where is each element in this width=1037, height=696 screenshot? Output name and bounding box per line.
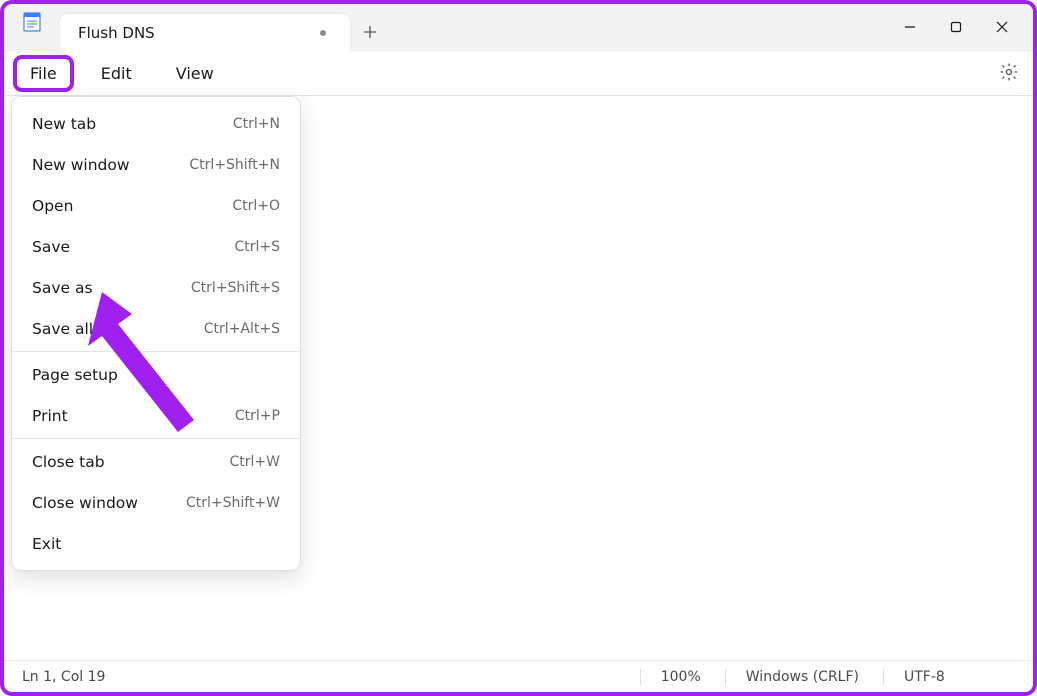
menu-exit[interactable]: Exit	[12, 523, 300, 564]
menu-item-label: Close window	[32, 494, 186, 512]
status-cursor-position: Ln 1, Col 19	[22, 669, 129, 685]
status-encoding[interactable]: UTF-8	[883, 669, 1023, 685]
gear-icon	[999, 62, 1019, 86]
new-tab-button[interactable]	[350, 14, 390, 52]
menu-item-label: Exit	[32, 535, 280, 553]
menu-item-label: Page setup	[32, 366, 280, 384]
notepad-app-icon	[20, 10, 46, 36]
menu-item-shortcut: Ctrl+Shift+N	[189, 157, 280, 173]
menu-item-shortcut: Ctrl+Shift+S	[191, 280, 280, 296]
menu-item-label: Save	[32, 238, 234, 256]
statusbar: Ln 1, Col 19 100% Windows (CRLF) UTF-8	[4, 660, 1033, 692]
menu-item-label: Open	[32, 197, 232, 215]
menu-item-shortcut: Ctrl+W	[230, 454, 280, 470]
close-button[interactable]	[979, 7, 1025, 47]
menu-view[interactable]: View	[162, 58, 228, 89]
titlebar: Flush DNS	[4, 4, 1033, 52]
menu-close-window[interactable]: Close window Ctrl+Shift+W	[12, 482, 300, 523]
menu-item-label: Save all	[32, 320, 204, 338]
menu-separator	[12, 438, 300, 439]
status-zoom[interactable]: 100%	[640, 669, 725, 685]
menu-item-label: Close tab	[32, 453, 230, 471]
menu-separator	[12, 351, 300, 352]
menu-save-all[interactable]: Save all Ctrl+Alt+S	[12, 308, 300, 349]
menu-edit[interactable]: Edit	[87, 58, 146, 89]
menu-new-window[interactable]: New window Ctrl+Shift+N	[12, 144, 300, 185]
status-line-ending[interactable]: Windows (CRLF)	[725, 669, 883, 685]
tab-modified-dot-icon	[320, 30, 326, 36]
menu-new-tab[interactable]: New tab Ctrl+N	[12, 103, 300, 144]
menu-print[interactable]: Print Ctrl+P	[12, 395, 300, 436]
file-dropdown-menu: New tab Ctrl+N New window Ctrl+Shift+N O…	[11, 96, 301, 571]
window-controls	[887, 4, 1025, 50]
menu-item-shortcut: Ctrl+Alt+S	[204, 321, 280, 337]
menu-item-label: Save as	[32, 279, 191, 297]
menu-item-shortcut: Ctrl+P	[235, 408, 280, 424]
maximize-button[interactable]	[933, 7, 979, 47]
tab-current[interactable]: Flush DNS	[60, 14, 350, 52]
menu-item-label: New tab	[32, 115, 233, 133]
plus-icon	[363, 23, 377, 44]
menu-open[interactable]: Open Ctrl+O	[12, 185, 300, 226]
menu-item-shortcut: Ctrl+S	[234, 239, 280, 255]
menu-item-shortcut: Ctrl+O	[232, 198, 280, 214]
menu-item-shortcut: Ctrl+Shift+W	[186, 495, 280, 511]
settings-button[interactable]	[995, 60, 1023, 88]
menu-file[interactable]: File	[16, 58, 71, 89]
menu-save-as[interactable]: Save as Ctrl+Shift+S	[12, 267, 300, 308]
menu-item-label: Print	[32, 407, 235, 425]
menu-item-shortcut: Ctrl+N	[233, 116, 280, 132]
menu-item-label: New window	[32, 156, 189, 174]
menu-save[interactable]: Save Ctrl+S	[12, 226, 300, 267]
minimize-button[interactable]	[887, 7, 933, 47]
menubar: File Edit View	[4, 52, 1033, 96]
tab-title: Flush DNS	[78, 24, 312, 42]
menu-page-setup[interactable]: Page setup	[12, 354, 300, 395]
menu-close-tab[interactable]: Close tab Ctrl+W	[12, 441, 300, 482]
